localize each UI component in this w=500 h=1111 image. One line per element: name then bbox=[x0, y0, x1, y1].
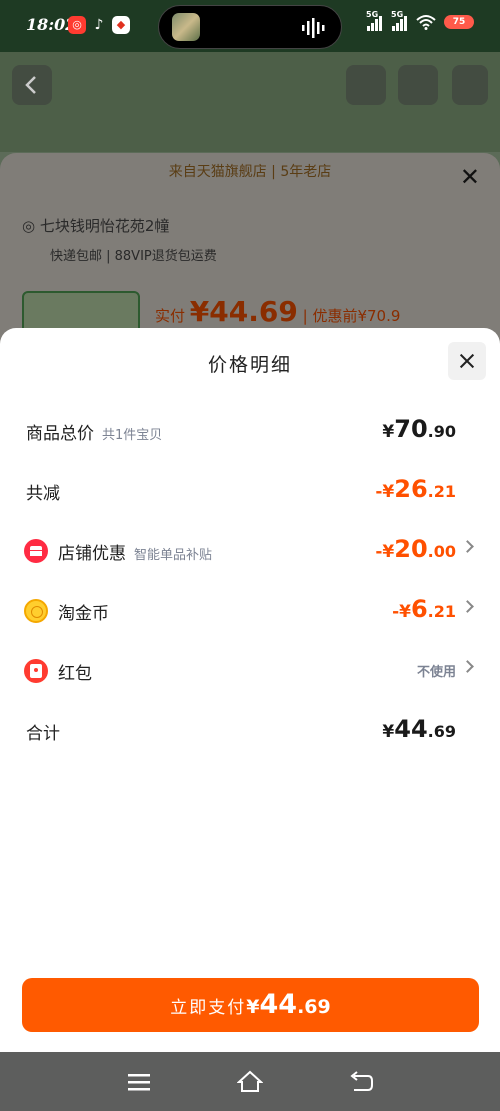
dynamic-island[interactable] bbox=[158, 5, 342, 49]
pay-amount-int: 44 bbox=[259, 989, 298, 1020]
gold-coin-icon bbox=[24, 599, 48, 623]
row-goods-total: 商品总价 共1件宝贝 ¥70.90 bbox=[0, 411, 500, 451]
chevron-right-icon bbox=[461, 600, 474, 613]
row-label: 商品总价 共1件宝贝 bbox=[26, 424, 163, 444]
pay-currency: ¥ bbox=[246, 996, 260, 1018]
address-text: ◎ 七块钱明怡花苑2幢 bbox=[22, 217, 170, 235]
pay-amount-dec: .69 bbox=[297, 996, 331, 1018]
album-thumbnail bbox=[172, 13, 200, 41]
chevron-right-icon bbox=[461, 660, 474, 673]
pay-button-label: 立即支付 bbox=[170, 998, 247, 1018]
wifi-icon bbox=[416, 15, 436, 30]
location-icon: ◎ bbox=[22, 217, 40, 235]
row-label: 红包 bbox=[58, 664, 92, 684]
status-bar: 18:02 ◎ ♪ ◆ 5G 5G 75 bbox=[0, 0, 500, 52]
row-value: ¥44.69 bbox=[382, 715, 456, 743]
navigation-bar bbox=[0, 1052, 500, 1111]
row-label: 淘金币 bbox=[58, 604, 109, 624]
row-taojinbi[interactable]: 淘金币 -¥6.21 bbox=[0, 591, 500, 631]
row-red-packet[interactable]: 红包 不使用 bbox=[0, 651, 500, 691]
signal-icon: 5G bbox=[391, 10, 407, 31]
back-icon[interactable] bbox=[348, 1069, 374, 1095]
row-grand-total: 合计 ¥44.69 bbox=[0, 711, 500, 751]
row-total-discount: 共减 -¥26.21 bbox=[0, 471, 500, 511]
share-icon bbox=[346, 65, 386, 105]
modal-title: 价格明细 bbox=[207, 354, 292, 376]
price-detail-modal: 价格明细 商品总价 共1件宝贝 ¥70.90 共减 -¥26.21 店铺优惠 智能单… bbox=[0, 328, 500, 1052]
close-button[interactable] bbox=[448, 342, 486, 380]
home-icon[interactable] bbox=[237, 1069, 263, 1095]
row-value: 不使用 bbox=[416, 665, 456, 680]
row-label: 合计 bbox=[26, 724, 60, 744]
weibo-icon: ◎ bbox=[68, 16, 86, 34]
audio-wave-icon bbox=[302, 18, 325, 38]
store-banner: 来自天猫旗舰店 | 5年老店 bbox=[168, 164, 332, 180]
more-icon bbox=[452, 65, 488, 105]
delivery-text: 快递包邮 | 88VIP退货包运费 bbox=[50, 249, 217, 264]
battery-indicator: 75 bbox=[444, 15, 474, 29]
tiktok-icon: ♪ bbox=[94, 17, 104, 33]
store-coupon-icon bbox=[24, 539, 48, 563]
row-value: -¥26.21 bbox=[375, 475, 456, 503]
row-store-discount[interactable]: 店铺优惠 智能单品补贴 -¥20.00 bbox=[0, 531, 500, 571]
signal-icon: 5G bbox=[366, 10, 382, 31]
row-value: ¥70.90 bbox=[382, 415, 456, 443]
red-packet-icon bbox=[24, 659, 48, 683]
close-icon: ✕ bbox=[459, 163, 480, 191]
chevron-right-icon bbox=[461, 540, 474, 553]
cart-icon bbox=[398, 65, 438, 105]
menu-icon[interactable] bbox=[126, 1069, 152, 1095]
row-value: -¥20.00 bbox=[375, 535, 456, 563]
pay-now-button[interactable]: 立即支付¥44.69 bbox=[22, 978, 479, 1032]
row-value: -¥6.21 bbox=[392, 595, 456, 623]
back-icon bbox=[12, 65, 52, 105]
background-header bbox=[0, 52, 500, 152]
row-label: 共减 bbox=[26, 484, 60, 504]
row-label: 店铺优惠 智能单品补贴 bbox=[58, 544, 213, 564]
pay-summary: 实付 ¥44.69 | 优惠前¥70.9 bbox=[155, 295, 401, 328]
app-icon: ◆ bbox=[112, 16, 130, 34]
status-indicators: 5G 5G 75 bbox=[366, 10, 474, 31]
